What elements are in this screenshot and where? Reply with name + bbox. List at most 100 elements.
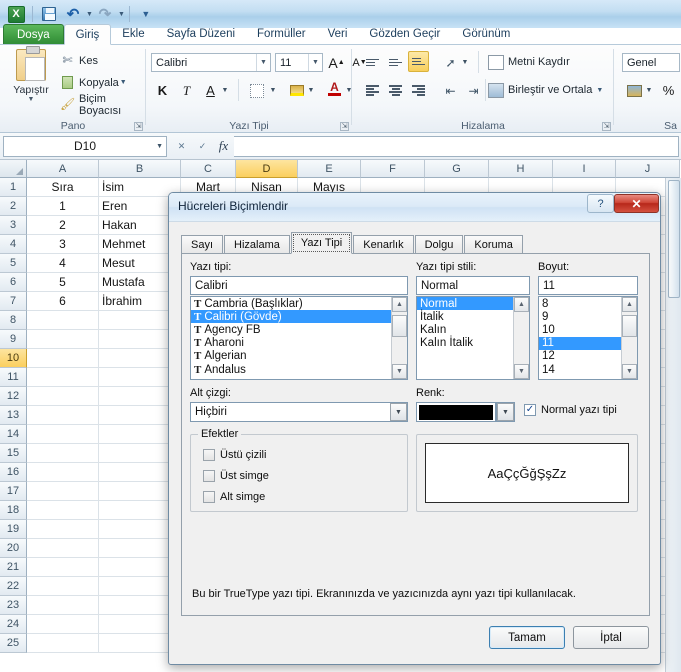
row-header-21[interactable]: 21 [0, 558, 27, 577]
redo-dropdown-icon[interactable]: ▼ [118, 11, 125, 18]
row-header-23[interactable]: 23 [0, 596, 27, 615]
cell-A25[interactable] [27, 634, 99, 653]
font-style-scrollbar[interactable]: ▲ ▼ [513, 297, 529, 379]
ribbon-tab-sayfa-duzeni[interactable]: Sayfa Düzeni [156, 24, 246, 45]
row-header-25[interactable]: 25 [0, 634, 27, 653]
cancel-icon[interactable]: ✕ [171, 136, 192, 156]
ribbon-tab-formuller[interactable]: Formüller [246, 24, 317, 45]
ribbon-tab-ekle[interactable]: Ekle [111, 24, 155, 45]
scroll-down-icon[interactable]: ▼ [622, 364, 637, 379]
cell-A23[interactable] [27, 596, 99, 615]
cell-A14[interactable] [27, 425, 99, 444]
vertical-scrollbar-thumb[interactable] [668, 180, 680, 298]
dialog-tab-hizalama[interactable]: Hizalama [224, 235, 290, 254]
cell-A7[interactable]: 6 [27, 292, 99, 311]
currency-button[interactable] [624, 80, 645, 101]
font-size-combo[interactable]: 11 ▼ [275, 53, 323, 72]
cell-A10[interactable] [27, 349, 99, 368]
cell-A9[interactable] [27, 330, 99, 349]
font-list-item[interactable]: T Algerian [191, 350, 391, 363]
row-header-1[interactable]: 1 [0, 178, 27, 197]
size-list-item[interactable]: 9 [539, 310, 621, 323]
row-header-6[interactable]: 6 [0, 273, 27, 292]
normal-font-checkbox[interactable]: ✓ Normal yazı tipi [524, 404, 617, 416]
font-list-item[interactable]: T Agency FB [191, 323, 391, 336]
alignment-dialog-launcher[interactable]: ⇲ [602, 122, 611, 131]
style-list-item-selected[interactable]: Normal [417, 297, 513, 311]
number-format-combo[interactable]: Genel [622, 53, 680, 72]
color-swatch-box[interactable] [416, 402, 496, 422]
row-header-17[interactable]: 17 [0, 482, 27, 501]
font-list-item[interactable]: T Andalus [191, 363, 391, 376]
font-size-scroll-thumb[interactable] [622, 315, 637, 337]
cell-A21[interactable] [27, 558, 99, 577]
cell-A13[interactable] [27, 406, 99, 425]
row-header-22[interactable]: 22 [0, 577, 27, 596]
column-header-f[interactable]: F [361, 160, 425, 178]
cell-A19[interactable] [27, 520, 99, 539]
font-list-scrollbar[interactable]: ▲ ▼ [391, 297, 407, 379]
borders-dropdown-icon[interactable]: ▼ [268, 80, 278, 101]
currency-dropdown-icon[interactable]: ▼ [644, 80, 654, 101]
paste-button[interactable]: Yapıştır ▼ [8, 46, 54, 103]
undo-icon[interactable]: ↶ [64, 5, 82, 23]
cell-A22[interactable] [27, 577, 99, 596]
font-color-button[interactable]: A [324, 78, 345, 99]
borders-button[interactable] [246, 80, 267, 101]
cell-A17[interactable] [27, 482, 99, 501]
customize-qat-icon[interactable]: ▼ [137, 5, 155, 23]
column-header-a[interactable]: A [27, 160, 99, 178]
font-size-input[interactable]: 11 [538, 276, 638, 295]
copy-dropdown-icon[interactable]: ▼ [120, 79, 127, 86]
size-list-item[interactable]: 14 [539, 363, 621, 376]
orientation-button[interactable]: ➚ [440, 53, 461, 72]
row-header-16[interactable]: 16 [0, 463, 27, 482]
column-header-g[interactable]: G [425, 160, 489, 178]
close-icon[interactable]: ✕ [614, 194, 659, 213]
subscript-checkbox[interactable]: Alt simge [203, 491, 265, 503]
clipboard-dialog-launcher[interactable]: ⇲ [134, 122, 143, 131]
row-header-3[interactable]: 3 [0, 216, 27, 235]
paste-dropdown-icon[interactable]: ▼ [8, 96, 54, 103]
name-box-dropdown-icon[interactable]: ▼ [156, 143, 163, 150]
cell-A5[interactable]: 4 [27, 254, 99, 273]
cell-A16[interactable] [27, 463, 99, 482]
increase-indent-button[interactable]: ⇥ [463, 81, 484, 100]
ribbon-tab-dosya[interactable]: Dosya [3, 24, 64, 45]
ribbon-tab-gorunum[interactable]: Görünüm [451, 24, 521, 45]
ribbon-tab-gozden-gecir[interactable]: Gözden Geçir [358, 24, 451, 45]
cell-A2[interactable]: 1 [27, 197, 99, 216]
dialog-tab-sayi[interactable]: Sayı [181, 235, 224, 254]
column-header-b[interactable]: B [99, 160, 181, 178]
font-dialog-launcher[interactable]: ⇲ [340, 122, 349, 131]
align-center-button[interactable] [385, 81, 406, 100]
style-list-item[interactable]: İtalik [417, 310, 513, 323]
formula-input[interactable] [234, 135, 679, 157]
italic-button[interactable]: T [176, 80, 197, 101]
row-header-14[interactable]: 14 [0, 425, 27, 444]
decrease-indent-button[interactable]: ⇤ [440, 81, 461, 100]
grow-font-button[interactable]: A ▲ [326, 52, 347, 73]
column-header-j[interactable]: J [616, 160, 680, 178]
row-header-8[interactable]: 8 [0, 311, 27, 330]
cancel-button[interactable]: İptal [573, 626, 649, 649]
row-header-15[interactable]: 15 [0, 444, 27, 463]
align-bottom-button[interactable] [408, 51, 429, 72]
font-name-dropdown-icon[interactable]: ▼ [256, 54, 270, 71]
align-left-button[interactable] [362, 81, 383, 100]
font-list-item[interactable]: T Cambria (Başlıklar) [191, 297, 391, 310]
column-header-c[interactable]: C [181, 160, 236, 178]
fill-color-dropdown-icon[interactable]: ▼ [306, 80, 316, 101]
size-list-item[interactable]: 12 [539, 350, 621, 363]
row-header-19[interactable]: 19 [0, 520, 27, 539]
underline-style-combo[interactable]: Hiçbiri ▼ [190, 402, 408, 422]
strikethrough-checkbox[interactable]: Üstü çizili [203, 449, 266, 461]
superscript-checkbox[interactable]: Üst simge [203, 470, 269, 482]
cell-A11[interactable] [27, 368, 99, 387]
font-size-dropdown-icon[interactable]: ▼ [308, 54, 322, 71]
underline-dropdown-icon[interactable]: ▼ [220, 80, 230, 101]
cell-A3[interactable]: 2 [27, 216, 99, 235]
row-header-2[interactable]: 2 [0, 197, 27, 216]
style-list-item[interactable]: Kalın İtalik [417, 337, 513, 350]
size-list-item[interactable]: 8 [539, 297, 621, 310]
